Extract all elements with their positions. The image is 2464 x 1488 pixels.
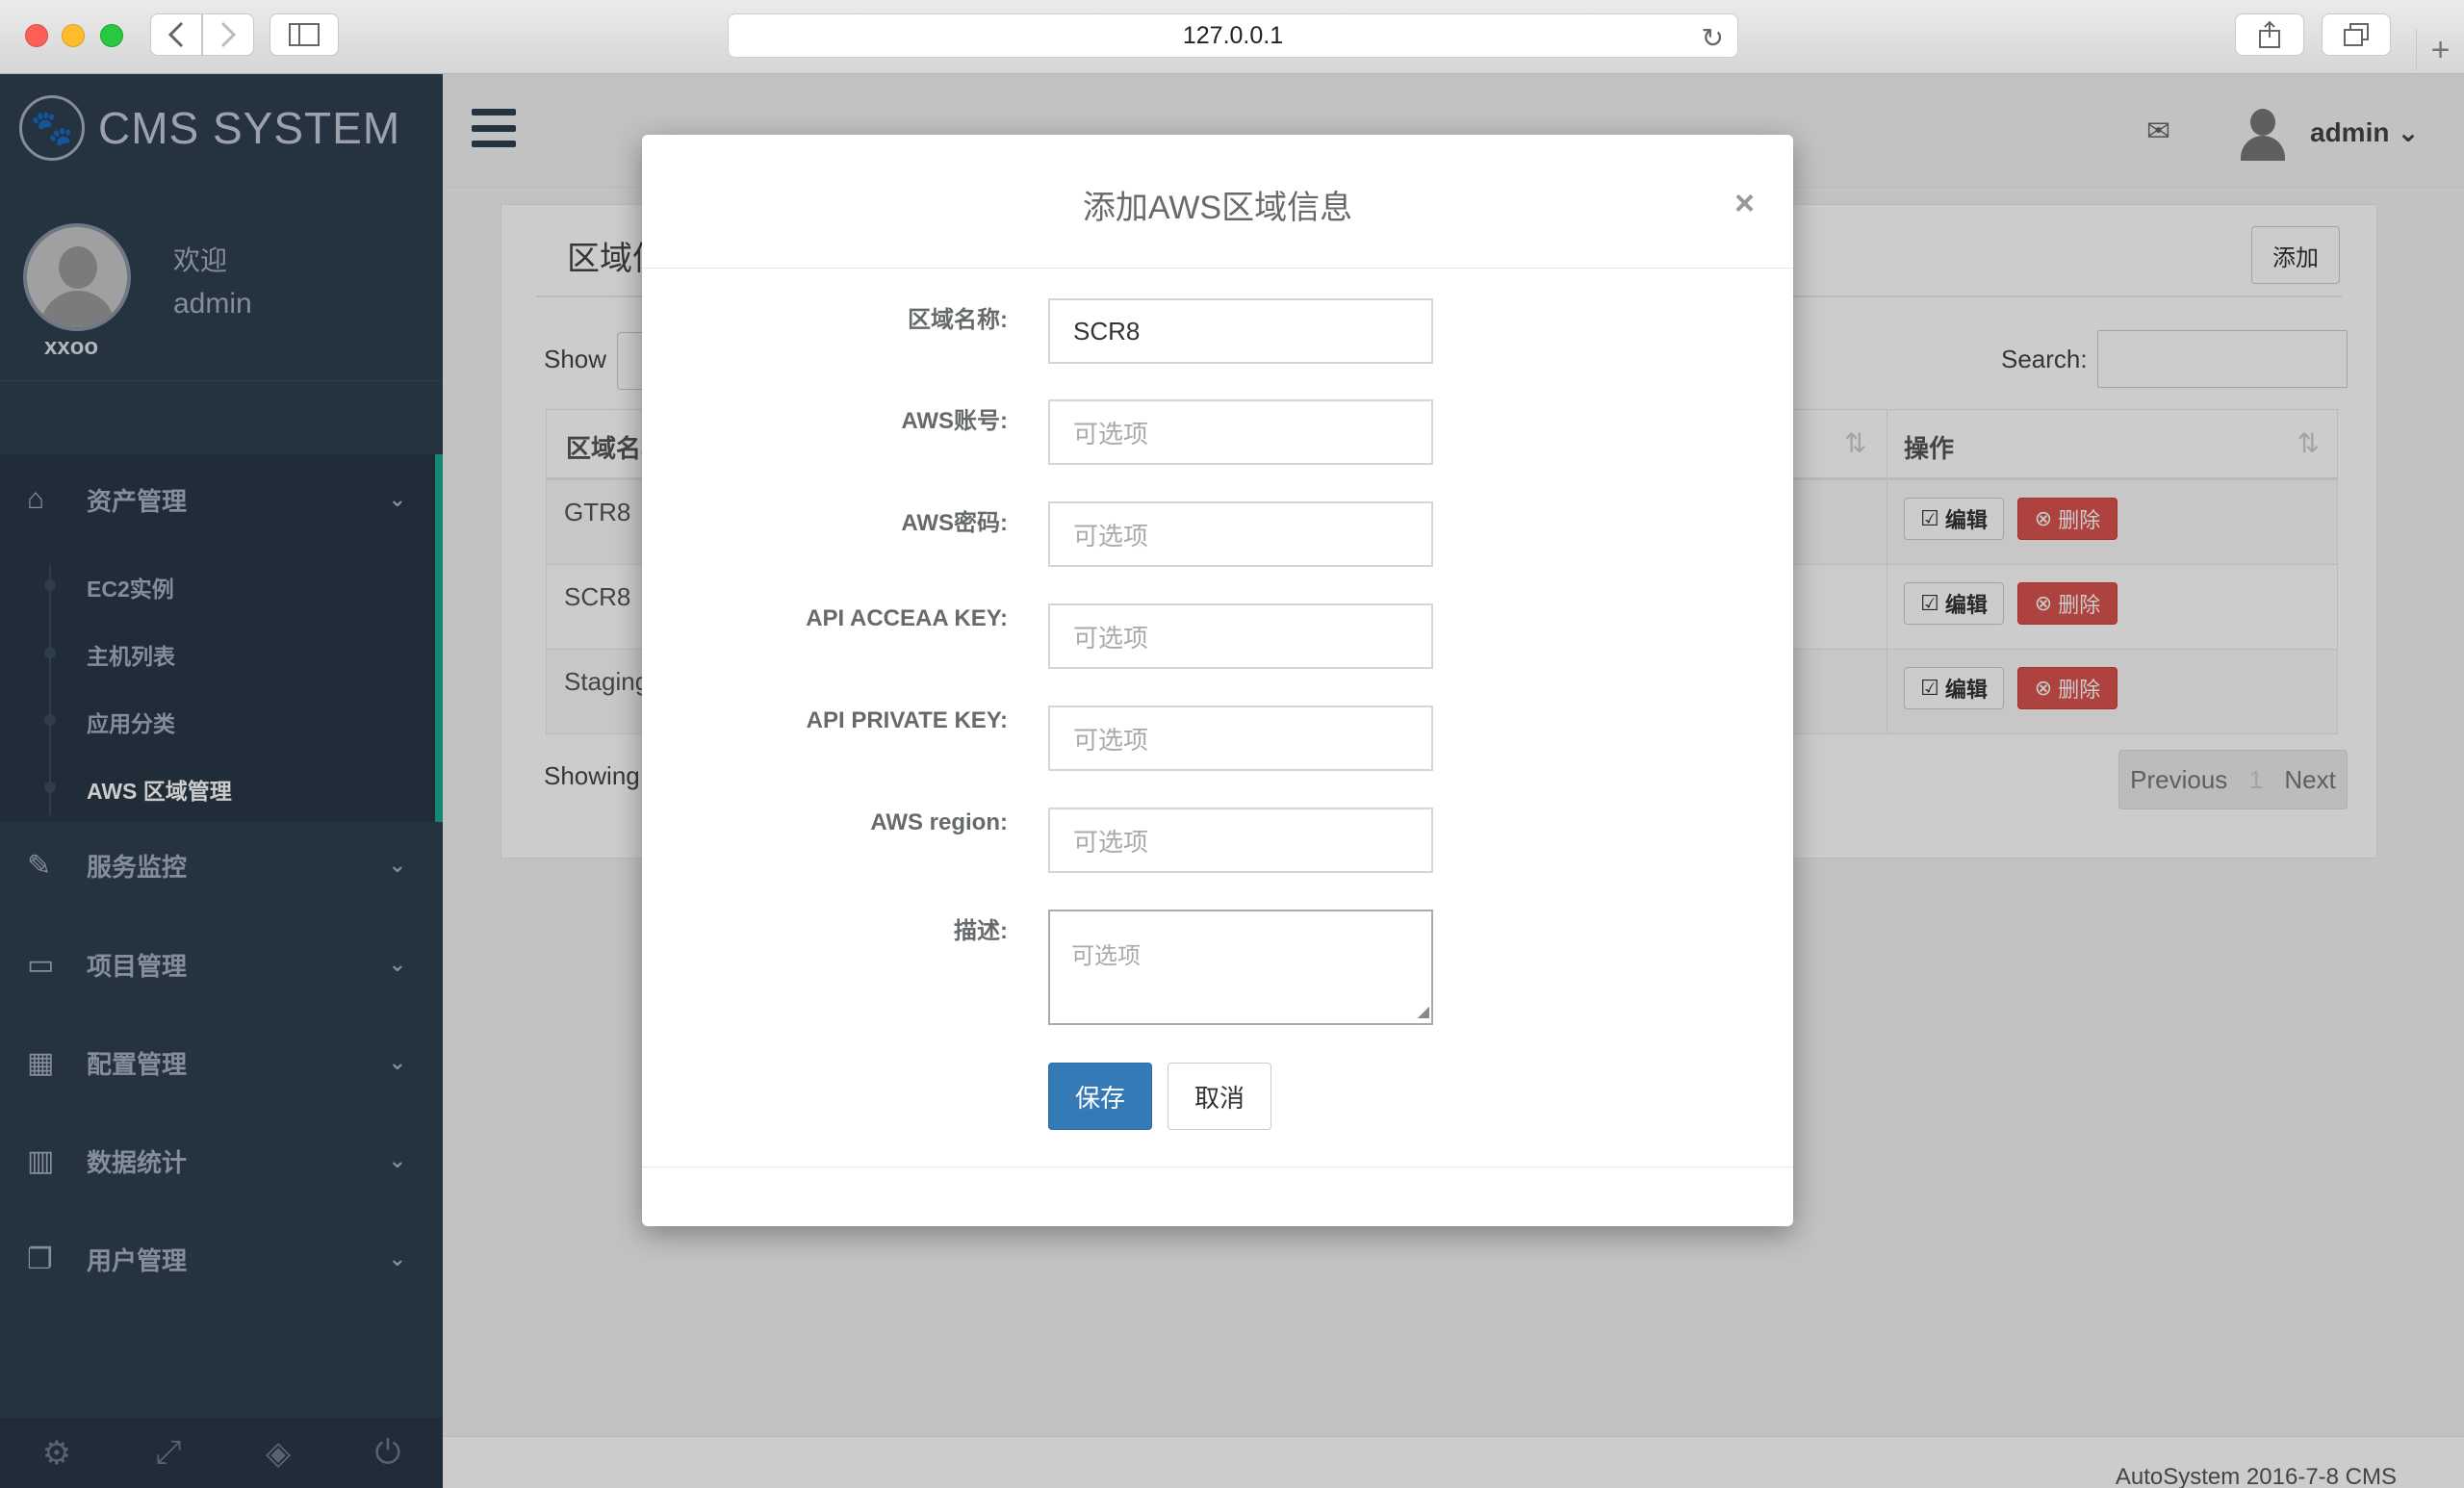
aws-region-input[interactable]: 可选项 xyxy=(1048,808,1433,873)
sidebar-icon xyxy=(289,23,320,46)
share-button[interactable] xyxy=(2235,13,2304,56)
divider xyxy=(642,268,1793,269)
back-button[interactable] xyxy=(150,13,202,56)
minimize-window-button[interactable] xyxy=(62,24,85,47)
chevron-left-icon xyxy=(167,21,184,48)
browser-toolbar: 127.0.0.1 ↻ + xyxy=(0,0,2464,74)
region-name-input[interactable]: SCR8 xyxy=(1048,298,1433,364)
sidebar-toggle-button[interactable] xyxy=(270,13,339,56)
chevron-right-icon xyxy=(220,21,237,48)
field-label: 描述: xyxy=(954,918,1008,944)
field-label: API ACCEAA KEY: xyxy=(806,605,1008,631)
url-text: 127.0.0.1 xyxy=(1182,21,1284,49)
save-button[interactable]: 保存 xyxy=(1048,1063,1152,1130)
close-window-button[interactable] xyxy=(25,24,48,47)
new-tab-button[interactable]: + xyxy=(2416,29,2464,71)
modal-title: 添加AWS区域信息 xyxy=(1082,190,1353,226)
reload-icon[interactable]: ↻ xyxy=(1702,22,1724,54)
address-bar[interactable]: 127.0.0.1 ↻ xyxy=(728,13,1738,58)
api-access-key-input[interactable]: 可选项 xyxy=(1048,603,1433,669)
add-region-modal: 添加AWS区域信息 × 区域名称: SCR8 AWS账号: 可选项 AWS密码:… xyxy=(642,135,1793,1226)
close-icon[interactable]: × xyxy=(1734,183,1755,223)
description-textarea[interactable]: 可选项 ◢ xyxy=(1048,910,1433,1025)
field-label: API PRIVATE KEY: xyxy=(806,707,1008,733)
aws-account-input[interactable]: 可选项 xyxy=(1048,399,1433,465)
field-label: AWS密码: xyxy=(901,510,1008,536)
forward-button[interactable] xyxy=(202,13,254,56)
tabs-icon xyxy=(2344,23,2369,46)
field-label: AWS region: xyxy=(870,809,1008,835)
share-icon xyxy=(2259,20,2280,48)
field-label: 区域名称: xyxy=(908,307,1008,333)
textarea-placeholder: 可选项 xyxy=(1071,943,1141,969)
tabs-overview-button[interactable] xyxy=(2322,13,2391,56)
aws-password-input[interactable]: 可选项 xyxy=(1048,501,1433,567)
api-private-key-input[interactable]: 可选项 xyxy=(1048,706,1433,771)
zoom-window-button[interactable] xyxy=(100,24,123,47)
field-label: AWS账号: xyxy=(901,408,1008,434)
resize-handle-icon[interactable]: ◢ xyxy=(1418,1002,1429,1021)
cancel-button[interactable]: 取消 xyxy=(1168,1063,1271,1130)
